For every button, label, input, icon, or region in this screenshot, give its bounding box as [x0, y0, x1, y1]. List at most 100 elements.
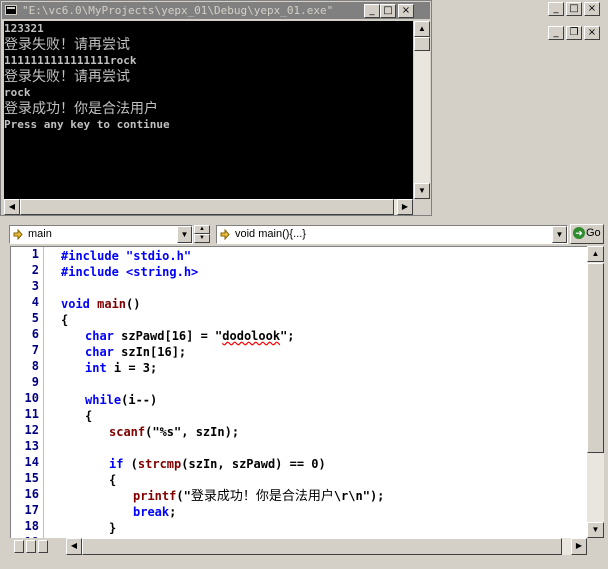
scroll-thumb[interactable] [414, 37, 430, 51]
scroll-thumb[interactable] [587, 263, 604, 453]
wizard-arrow-icon [220, 229, 230, 240]
line-number: 7 [31, 343, 39, 357]
minimize-button[interactable]: _ [548, 2, 564, 16]
console-line: 登录成功！你是合法用户 [4, 101, 158, 117]
close-button[interactable]: × [584, 2, 600, 16]
code-line-2: #include <string.h> [61, 264, 198, 280]
console-horizontal-scrollbar[interactable]: ◀ ▶ [4, 199, 413, 215]
code-line-14: if (strcmp(szIn, szPawd) == 0) [109, 456, 326, 472]
code-line-6: char szPawd[16] = "dodolook"; [85, 328, 295, 344]
view-toggle-icon[interactable] [38, 540, 48, 553]
code-text: (szIn, szPawd) == 0) [181, 457, 326, 471]
scroll-up-icon[interactable]: ▲ [587, 246, 604, 262]
console-window[interactable]: "E:\vc6.0\MyProjects\yepx_01\Debug\yepx_… [0, 0, 432, 216]
code-keyword: int [85, 361, 107, 375]
code-line-4: void main() [61, 296, 140, 312]
code-text: (i--) [121, 393, 158, 407]
console-line: 登录失败！请再尝试 [4, 37, 130, 53]
wizard-arrow-icon [13, 229, 23, 240]
go-icon: ➜ [573, 227, 585, 239]
code-line-17: break; [133, 504, 176, 520]
line-number: 6 [31, 327, 39, 341]
scroll-thumb[interactable] [20, 199, 394, 215]
line-number: 2 [31, 263, 39, 277]
code-text: { [61, 313, 69, 327]
code-text: szIn[16]; [113, 345, 187, 359]
spin-up-icon[interactable]: ▲ [194, 225, 210, 234]
minimize-button[interactable]: _ [548, 26, 564, 40]
code-text: ; [169, 505, 177, 519]
scroll-thumb[interactable] [82, 538, 562, 555]
console-vertical-scrollbar[interactable]: ▲ ▼ [414, 21, 430, 199]
console-output[interactable]: 123321 登录失败！请再尝试 1111111111111111rock 登录… [4, 21, 413, 199]
member-value: void main(){...} [235, 228, 306, 240]
scope-spinner[interactable]: ▲ ▼ [194, 225, 210, 244]
code-text: ( [123, 457, 138, 471]
scroll-down-icon[interactable]: ▼ [587, 522, 604, 538]
code-function: scanf [109, 425, 146, 439]
member-combobox[interactable]: void main(){...} ▼ [216, 225, 568, 244]
minimize-button[interactable]: _ [364, 4, 380, 18]
line-number: 4 [31, 295, 39, 309]
code-include: #include "stdio.h" [61, 249, 192, 263]
scope-value: main [28, 228, 52, 240]
go-button[interactable]: ➜ Go [570, 224, 604, 244]
scroll-right-icon[interactable]: ▶ [571, 538, 587, 555]
code-text: i = 3; [106, 361, 158, 375]
code-text: szPawd[16] = " [113, 329, 223, 343]
wizard-bar: main ▼ ▲ ▼ void main(){...} ▼ ➜ Go [0, 220, 608, 248]
code-keyword: char [85, 345, 114, 359]
console-app-icon[interactable] [5, 5, 17, 15]
document-window-controls: _ ❐ × [548, 26, 604, 42]
code-text: } [109, 521, 117, 535]
close-button[interactable]: × [398, 4, 414, 18]
line-number: 18 [24, 519, 39, 533]
code-function: printf [133, 489, 177, 503]
line-number: 11 [24, 407, 39, 421]
scroll-up-icon[interactable]: ▲ [414, 21, 430, 37]
maximize-button[interactable]: □ [566, 2, 582, 16]
console-line: 1111111111111111rock [4, 54, 137, 67]
view-toggle-icon[interactable] [14, 540, 24, 553]
code-keyword: if [109, 457, 124, 471]
scroll-down-icon[interactable]: ▼ [414, 183, 430, 199]
code-line-7: char szIn[16]; [85, 344, 186, 360]
console-line: 123321 [4, 22, 44, 35]
code-keyword: break [133, 505, 170, 519]
editor-vertical-scrollbar[interactable]: ▲ ▼ [587, 246, 604, 538]
console-line: rock [4, 86, 31, 99]
scroll-left-icon[interactable]: ◀ [66, 538, 82, 555]
line-number: 1 [31, 247, 39, 261]
code-line-16: printf("登录成功！你是合法用户\r\n"); [133, 488, 384, 504]
close-button[interactable]: × [584, 26, 600, 40]
go-label: Go [586, 227, 601, 239]
maximize-button[interactable]: □ [380, 4, 396, 18]
line-number: 16 [24, 487, 39, 501]
code-keyword: void [61, 297, 90, 311]
code-editor[interactable]: 1 2 3 4 5 6 7 8 9 10 11 12 13 14 15 16 1… [10, 246, 587, 538]
chevron-down-icon[interactable]: ▼ [177, 226, 192, 243]
console-line: 登录失败！请再尝试 [4, 69, 130, 85]
code-text: { [109, 473, 117, 487]
editor-horizontal-scrollbar[interactable]: ◀ ▶ [66, 538, 587, 555]
scroll-right-icon[interactable]: ▶ [397, 199, 413, 215]
scope-combobox[interactable]: main ▼ [9, 225, 193, 244]
code-text: { [85, 409, 93, 423]
view-toggle-icon[interactable] [26, 540, 36, 553]
code-misspelled-word: dodolook [222, 329, 281, 343]
line-number: 9 [31, 375, 39, 389]
code-keyword: char [85, 329, 114, 343]
line-number: 13 [24, 439, 39, 453]
code-line-1: #include "stdio.h" [61, 248, 191, 264]
line-number: 12 [24, 423, 39, 437]
code-line-12: scanf("%s", szIn); [109, 424, 239, 440]
code-line-8: int i = 3; [85, 360, 157, 376]
spin-down-icon[interactable]: ▼ [194, 234, 210, 243]
restore-button[interactable]: ❐ [566, 26, 582, 40]
line-number: 10 [24, 391, 39, 405]
console-titlebar[interactable]: "E:\vc6.0\MyProjects\yepx_01\Debug\yepx_… [2, 2, 430, 19]
chevron-down-icon[interactable]: ▼ [552, 226, 567, 243]
code-text: ("%s", szIn); [145, 425, 240, 439]
console-title: "E:\vc6.0\MyProjects\yepx_01\Debug\yepx_… [22, 4, 334, 17]
scroll-left-icon[interactable]: ◀ [4, 199, 20, 215]
